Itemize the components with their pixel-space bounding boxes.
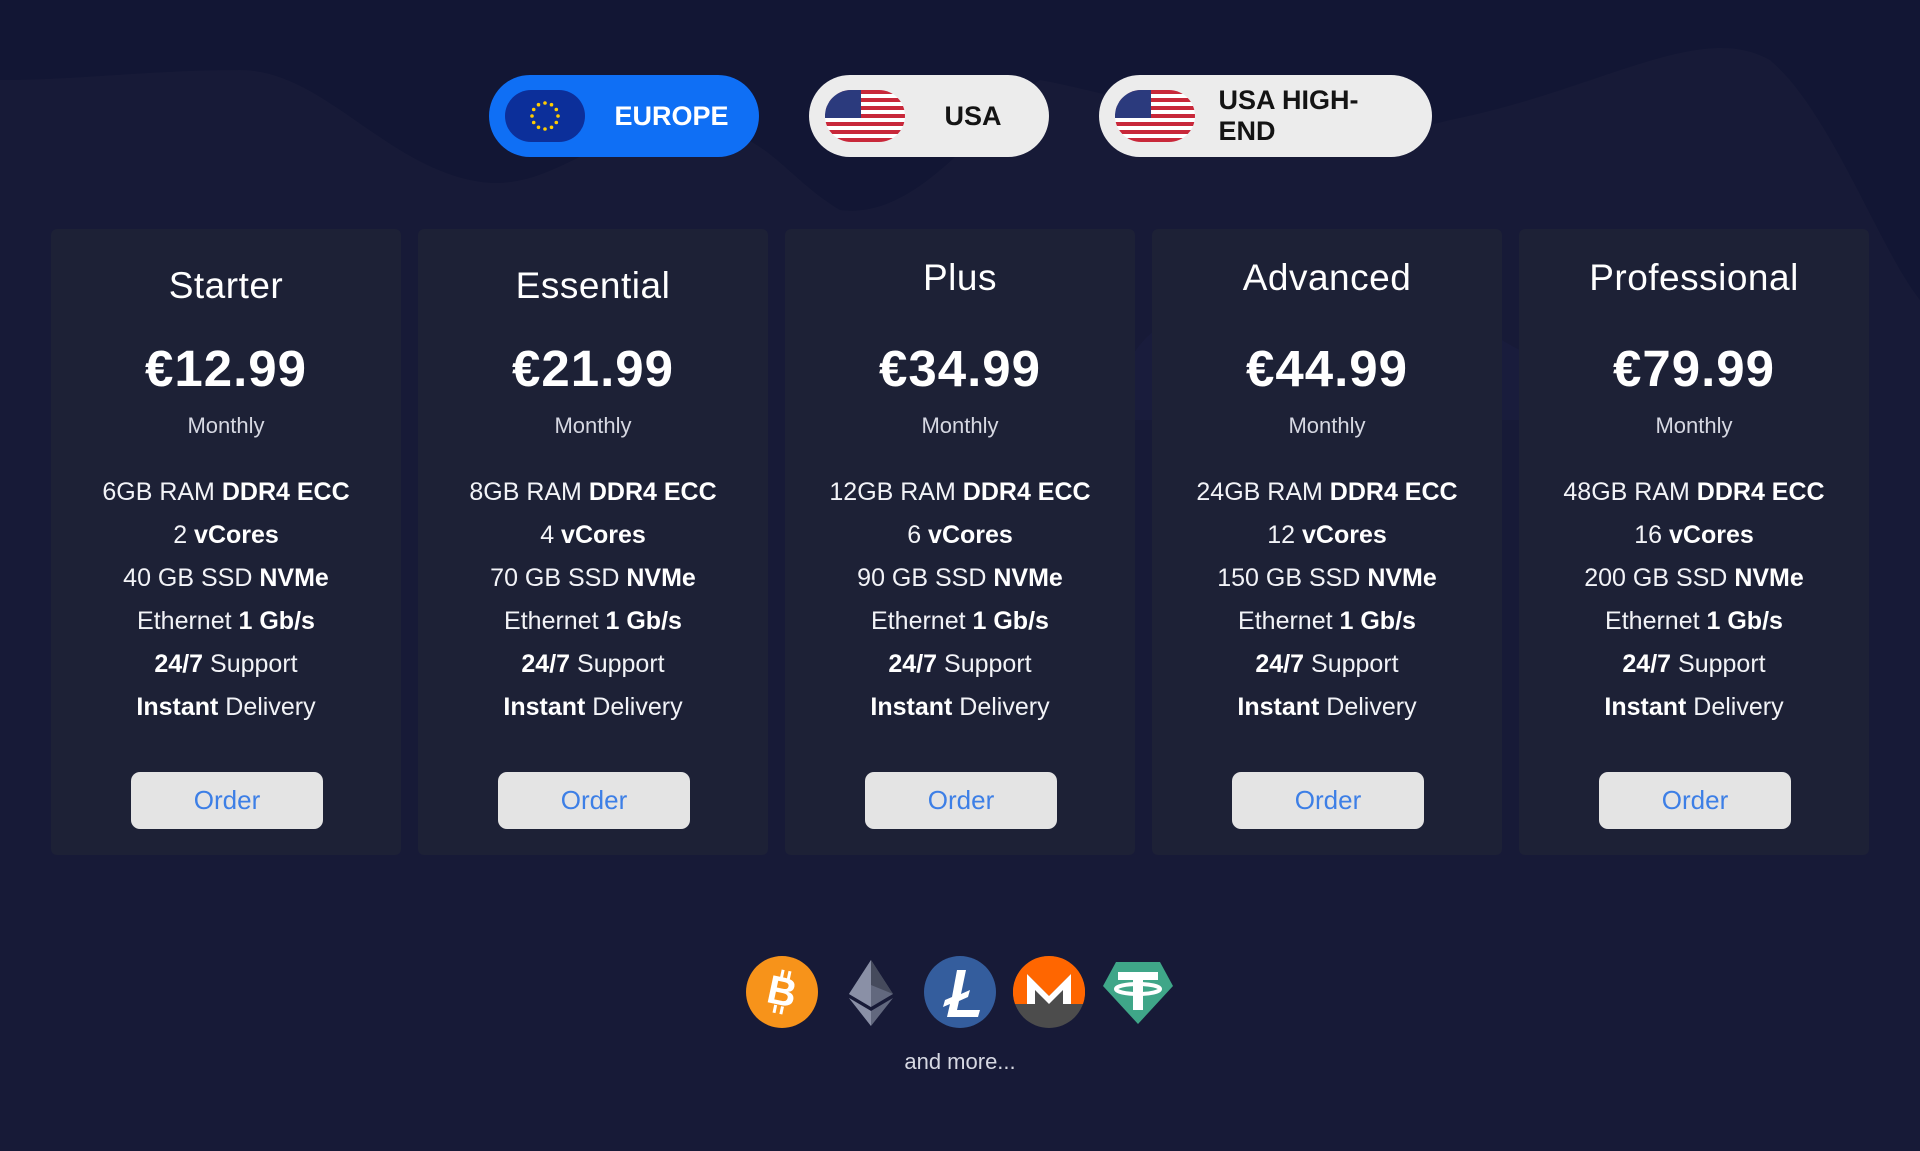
bitcoin-icon: B bbox=[746, 956, 818, 1028]
feature-cores: 12 vCores bbox=[1267, 521, 1387, 549]
feature-support: 24/7 Support bbox=[154, 650, 298, 678]
region-tab-usa[interactable]: USA bbox=[808, 75, 1049, 157]
plan-period: Monthly bbox=[554, 413, 632, 438]
feature-network: Ethernet 1 Gb/s bbox=[1238, 607, 1416, 635]
feature-network: Ethernet 1 Gb/s bbox=[1605, 607, 1783, 635]
pricing-page: EUROPE USA USA HIGH-END Starter €12.99 M… bbox=[0, 0, 1920, 1151]
feature-delivery: Instant Delivery bbox=[870, 693, 1050, 721]
feature-ram: 24GB RAM DDR4 ECC bbox=[1196, 478, 1458, 506]
plan-period: Monthly bbox=[921, 413, 999, 438]
plan-period: Monthly bbox=[1655, 413, 1733, 438]
eu-flag-icon bbox=[504, 90, 585, 142]
monero-icon bbox=[1013, 956, 1085, 1028]
feature-network: Ethernet 1 Gb/s bbox=[871, 607, 1049, 635]
feature-cores: 2 vCores bbox=[173, 521, 279, 549]
order-button-advanced[interactable]: Order bbox=[1232, 772, 1424, 829]
plan-price: €12.99 bbox=[145, 340, 307, 397]
feature-cores: 16 vCores bbox=[1634, 521, 1754, 549]
region-label-usa: USA bbox=[944, 100, 1002, 131]
plan-period: Monthly bbox=[1288, 413, 1366, 438]
plan-title: Advanced bbox=[1242, 257, 1412, 298]
order-button-plus[interactable]: Order bbox=[865, 772, 1057, 829]
region-switcher: EUROPE USA USA HIGH-END bbox=[0, 75, 1920, 157]
region-label-usa-high-end: USA HIGH-END bbox=[1218, 85, 1359, 146]
plan-card-essential: Essential €21.99 Monthly 8GB RAM DDR4 EC… bbox=[418, 229, 768, 855]
plan-features: 8GB RAM DDR4 ECC 4 vCores 70 GB SSD NVMe… bbox=[418, 471, 768, 729]
tether-icon bbox=[1102, 956, 1174, 1028]
feature-storage: 40 GB SSD NVMe bbox=[123, 564, 329, 592]
feature-network: Ethernet 1 Gb/s bbox=[504, 607, 682, 635]
feature-delivery: Instant Delivery bbox=[503, 693, 683, 721]
feature-ram: 12GB RAM DDR4 ECC bbox=[829, 478, 1091, 506]
plan-price: €34.99 bbox=[879, 340, 1041, 397]
plan-title: Essential bbox=[515, 265, 671, 306]
plan-title: Plus bbox=[923, 257, 997, 298]
feature-ram: 6GB RAM DDR4 ECC bbox=[102, 478, 350, 506]
region-label-europe: EUROPE bbox=[614, 100, 729, 131]
feature-delivery: Instant Delivery bbox=[136, 693, 316, 721]
order-button-essential[interactable]: Order bbox=[498, 772, 690, 829]
plan-period: Monthly bbox=[187, 413, 265, 438]
plan-card-starter: Starter €12.99 Monthly 6GB RAM DDR4 ECC … bbox=[51, 229, 401, 855]
plan-price: €21.99 bbox=[512, 340, 674, 397]
feature-support: 24/7 Support bbox=[521, 650, 665, 678]
plan-title: Professional bbox=[1589, 257, 1799, 298]
feature-delivery: Instant Delivery bbox=[1237, 693, 1417, 721]
feature-ram: 8GB RAM DDR4 ECC bbox=[469, 478, 717, 506]
feature-storage: 90 GB SSD NVMe bbox=[857, 564, 1063, 592]
feature-cores: 4 vCores bbox=[540, 521, 646, 549]
payment-methods: B bbox=[0, 956, 1920, 1028]
litecoin-icon bbox=[924, 956, 996, 1028]
feature-support: 24/7 Support bbox=[1622, 650, 1766, 678]
feature-cores: 6 vCores bbox=[907, 521, 1013, 549]
us-flag-icon bbox=[1114, 90, 1195, 142]
order-button-starter[interactable]: Order bbox=[131, 772, 323, 829]
feature-ram: 48GB RAM DDR4 ECC bbox=[1563, 478, 1825, 506]
us-flag-icon bbox=[824, 90, 905, 142]
ethereum-icon bbox=[835, 956, 907, 1028]
feature-storage: 70 GB SSD NVMe bbox=[490, 564, 696, 592]
plan-features: 24GB RAM DDR4 ECC 12 vCores 150 GB SSD N… bbox=[1152, 471, 1502, 729]
plan-card-advanced: Advanced €44.99 Monthly 24GB RAM DDR4 EC… bbox=[1152, 229, 1502, 855]
payment-more-text: and more... bbox=[904, 1049, 1016, 1074]
plan-title: Starter bbox=[168, 265, 284, 306]
feature-storage: 150 GB SSD NVMe bbox=[1217, 564, 1437, 592]
plan-card-professional: Professional €79.99 Monthly 48GB RAM DDR… bbox=[1519, 229, 1869, 855]
feature-support: 24/7 Support bbox=[1255, 650, 1399, 678]
region-tab-usa-high-end[interactable]: USA HIGH-END bbox=[1098, 75, 1432, 157]
feature-support: 24/7 Support bbox=[888, 650, 1032, 678]
plan-features: 48GB RAM DDR4 ECC 16 vCores 200 GB SSD N… bbox=[1519, 471, 1869, 729]
plan-price: €79.99 bbox=[1613, 340, 1775, 397]
region-tab-europe[interactable]: EUROPE bbox=[488, 75, 759, 157]
feature-network: Ethernet 1 Gb/s bbox=[137, 607, 315, 635]
feature-storage: 200 GB SSD NVMe bbox=[1584, 564, 1804, 592]
plan-card-plus: Plus €34.99 Monthly 12GB RAM DDR4 ECC 6 … bbox=[785, 229, 1135, 855]
plan-price: €44.99 bbox=[1246, 340, 1408, 397]
plans-grid: Starter €12.99 Monthly 6GB RAM DDR4 ECC … bbox=[51, 229, 1869, 855]
plan-features: 6GB RAM DDR4 ECC 2 vCores 40 GB SSD NVMe… bbox=[51, 471, 401, 729]
order-button-professional[interactable]: Order bbox=[1599, 772, 1791, 829]
feature-delivery: Instant Delivery bbox=[1604, 693, 1784, 721]
plan-features: 12GB RAM DDR4 ECC 6 vCores 90 GB SSD NVM… bbox=[785, 471, 1135, 729]
